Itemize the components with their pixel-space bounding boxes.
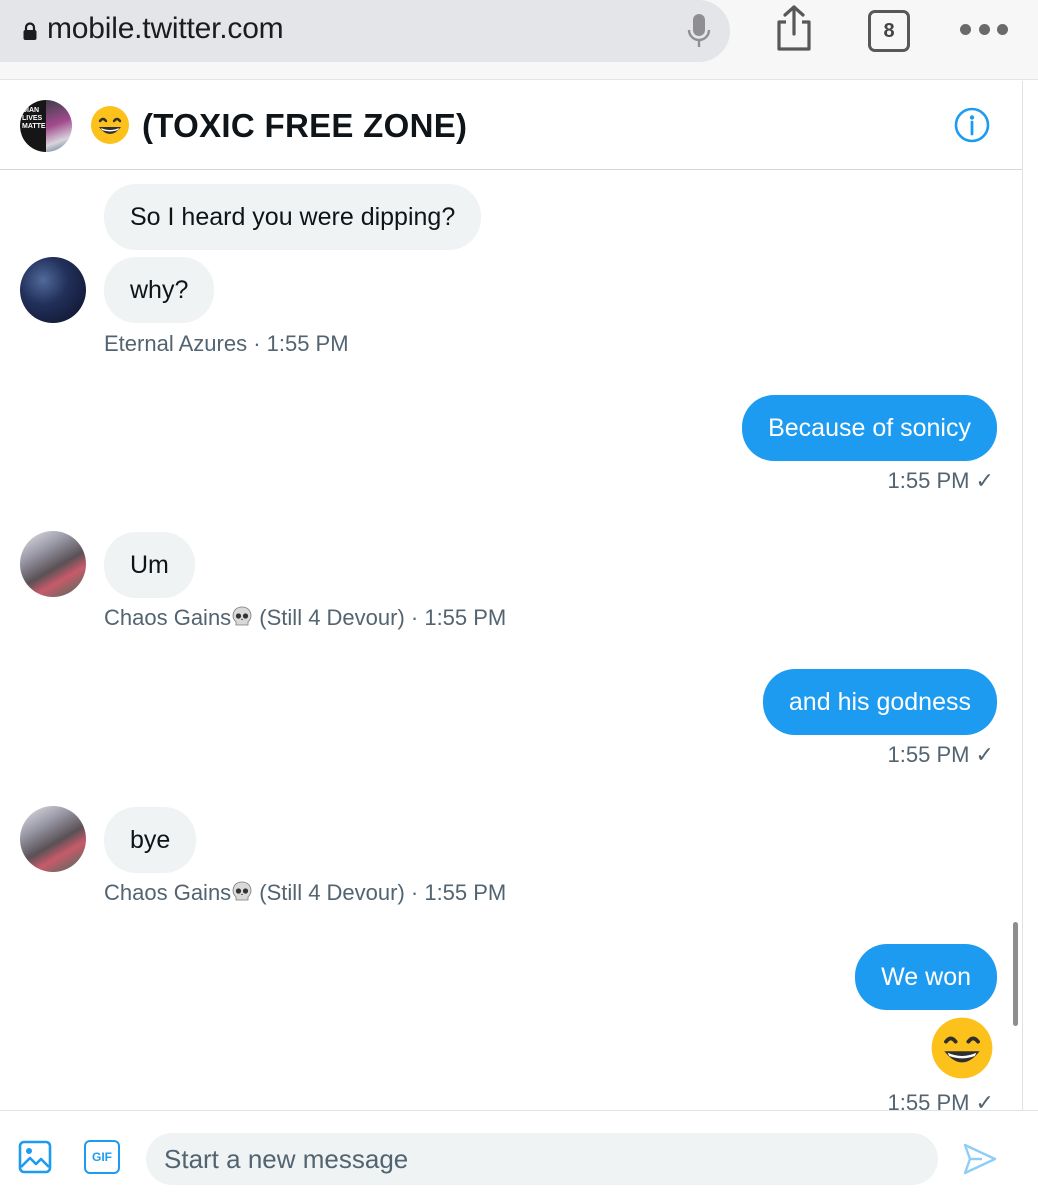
share-icon[interactable] [774,4,814,52]
message-input[interactable] [146,1133,938,1185]
message-bubble-received[interactable]: why? [104,257,215,323]
message-meta-suffix: (Still 4 Devour) · 1:55 PM [253,605,507,630]
sender-name: Chaos Gains [104,605,232,630]
message-meta: 1:55 PM ✓ [887,468,994,493]
gif-label: GIF [92,1150,112,1164]
avatar-chaos-gains[interactable] [20,531,86,597]
message-meta: 1:55 PM ✓ [887,742,994,767]
message-bubble-sent[interactable]: and his godness [762,669,997,735]
tabs-icon[interactable]: 8 [868,10,910,52]
message-bubble-sent[interactable]: Because of sonicy [742,395,997,461]
scrollbar[interactable] [1013,922,1018,1026]
send-icon[interactable] [962,1141,998,1177]
info-icon[interactable] [954,107,990,143]
browser-toolbar: mobile.twitter.com 8 [0,0,1038,80]
divider [1022,81,1023,1200]
image-icon[interactable] [18,1140,52,1174]
skull-emoji-icon [232,881,252,901]
message-bubble-received[interactable]: Um [104,532,195,598]
message-meta: Chaos Gains (Still 4 Devour) · 1:55 PM [104,880,506,906]
url-text: mobile.twitter.com [47,12,284,45]
compose-bar: GIF [0,1110,1038,1200]
avatar-eternal-azures[interactable] [20,257,86,323]
conversation-title: (TOXIC FREE ZONE) [142,107,468,144]
message-meta: Chaos Gains (Still 4 Devour) · 1:55 PM [104,605,506,631]
grinning-emoji-icon [91,106,129,144]
group-avatar[interactable]: DIAN LIVES MATTER [20,100,72,152]
message-bubble-received[interactable]: bye [104,807,197,873]
microphone-icon[interactable] [686,12,712,50]
sender-name: Chaos Gains [104,880,232,905]
message-bubble-received[interactable]: So I heard you were dipping? [104,184,482,250]
message-meta: Eternal Azures · 1:55 PM [104,331,349,356]
message-bubble-sent[interactable]: We won [855,944,997,1010]
tab-count: 8 [883,19,895,42]
skull-emoji-icon [232,606,252,626]
avatar-chaos-gains[interactable] [20,806,86,872]
conversation-header: DIAN LIVES MATTER (TOXIC FREE ZONE) [0,81,1022,170]
grinning-emoji-icon[interactable] [930,1016,994,1080]
group-avatar-logo: DIAN LIVES MATTER [20,100,46,152]
lock-icon [23,22,37,40]
gif-icon[interactable]: GIF [84,1140,120,1174]
more-icon[interactable] [960,24,1008,38]
message-meta-suffix: (Still 4 Devour) · 1:55 PM [253,880,507,905]
address-bar[interactable]: mobile.twitter.com [0,0,730,62]
